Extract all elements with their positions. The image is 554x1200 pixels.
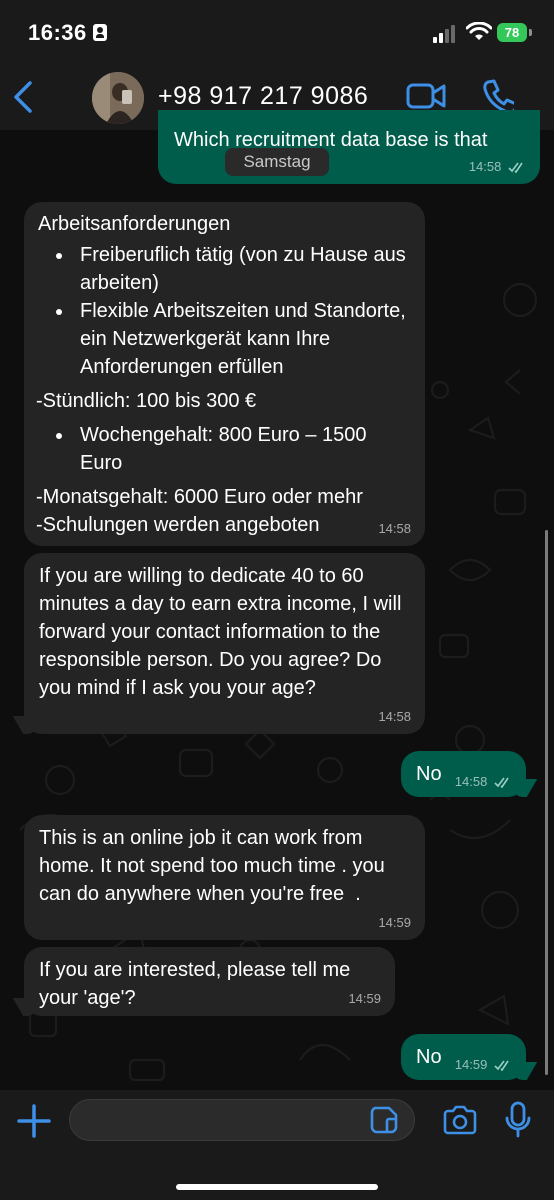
home-indicator[interactable] bbox=[176, 1184, 378, 1190]
message-time: 14:58 bbox=[378, 521, 411, 536]
message-time: 14:58 bbox=[468, 159, 502, 174]
plus-icon[interactable] bbox=[16, 1103, 52, 1139]
message-meta: 14:59 bbox=[378, 916, 411, 930]
read-ticks-icon bbox=[494, 1060, 509, 1072]
message-incoming[interactable]: If you are interested, please tell me yo… bbox=[24, 947, 395, 1016]
video-call-icon[interactable] bbox=[406, 82, 446, 110]
message-text: This is an online job it can work from h… bbox=[39, 827, 391, 905]
message-line: -Stündlich: 100 bis 300 € bbox=[36, 390, 257, 412]
back-chevron-icon[interactable] bbox=[12, 80, 34, 114]
list-item: Flexible Arbeitszeiten und Standorte, ei… bbox=[74, 297, 413, 381]
contact-name[interactable]: +98 917 217 9086 bbox=[158, 82, 368, 111]
message-time: 14:59 bbox=[454, 1057, 488, 1072]
message-outgoing[interactable]: Which recruitment data base is that 14:5… bbox=[158, 110, 540, 184]
message-meta: 14:58 bbox=[378, 522, 411, 536]
scrollbar[interactable] bbox=[545, 530, 548, 1075]
message-bullet-list: Freiberuflich tätig (von zu Hause aus ar… bbox=[38, 241, 413, 381]
status-time: 16:36 bbox=[28, 20, 87, 45]
message-outgoing[interactable]: No 14:58 bbox=[401, 751, 526, 797]
message-incoming[interactable]: If you are willing to dedicate 40 to 60 … bbox=[24, 553, 425, 734]
message-line: -Monatsgehalt: 6000 Euro oder mehr bbox=[36, 486, 363, 508]
message-bullet-list: Wochengehalt: 800 Euro – 1500 Euro bbox=[38, 421, 413, 477]
message-input[interactable] bbox=[69, 1099, 415, 1141]
wifi-icon bbox=[466, 22, 492, 40]
message-title: Arbeitsanforderungen bbox=[38, 213, 231, 235]
battery-tip bbox=[529, 29, 532, 36]
message-text: If you are willing to dedicate 40 to 60 … bbox=[39, 565, 402, 699]
status-bar: 16:36 78 bbox=[0, 0, 554, 66]
avatar[interactable] bbox=[92, 72, 144, 124]
id-card-icon bbox=[93, 24, 107, 41]
message-text: No bbox=[416, 1046, 442, 1068]
message-time: 14:58 bbox=[378, 709, 411, 724]
message-meta: 14:58 bbox=[469, 160, 526, 174]
date-chip: Samstag bbox=[225, 148, 329, 176]
signal-icon bbox=[433, 25, 459, 43]
composer-bar bbox=[0, 1090, 554, 1200]
message-incoming[interactable]: Arbeitsanforderungen Freiberuflich tätig… bbox=[24, 202, 425, 546]
camera-icon[interactable] bbox=[442, 1105, 478, 1135]
read-ticks-icon bbox=[494, 777, 509, 789]
list-item: Freiberuflich tätig (von zu Hause aus ar… bbox=[74, 241, 413, 297]
message-meta: 14:58 bbox=[378, 710, 411, 724]
message-line: -Schulungen werden angeboten bbox=[36, 514, 320, 536]
message-outgoing[interactable]: No 14:59 bbox=[401, 1034, 526, 1080]
message-meta: 14:59 bbox=[348, 992, 381, 1006]
message-text: If you are interested, please tell me yo… bbox=[39, 959, 351, 1009]
message-incoming[interactable]: This is an online job it can work from h… bbox=[24, 815, 425, 940]
message-time: 14:59 bbox=[378, 915, 411, 930]
message-meta: 14:58 bbox=[455, 775, 512, 789]
message-text: Which recruitment data base is that bbox=[174, 129, 488, 151]
sticker-icon[interactable] bbox=[369, 1105, 399, 1135]
phone-icon[interactable] bbox=[482, 79, 514, 113]
microphone-icon[interactable] bbox=[505, 1101, 531, 1139]
read-ticks-icon bbox=[508, 162, 523, 174]
message-time: 14:59 bbox=[348, 991, 381, 1006]
list-item: Wochengehalt: 800 Euro – 1500 Euro bbox=[74, 421, 413, 477]
message-text: No bbox=[416, 763, 442, 785]
battery-icon: 78 bbox=[497, 23, 527, 42]
message-time: 14:58 bbox=[454, 774, 488, 789]
message-meta: 14:59 bbox=[455, 1058, 512, 1072]
